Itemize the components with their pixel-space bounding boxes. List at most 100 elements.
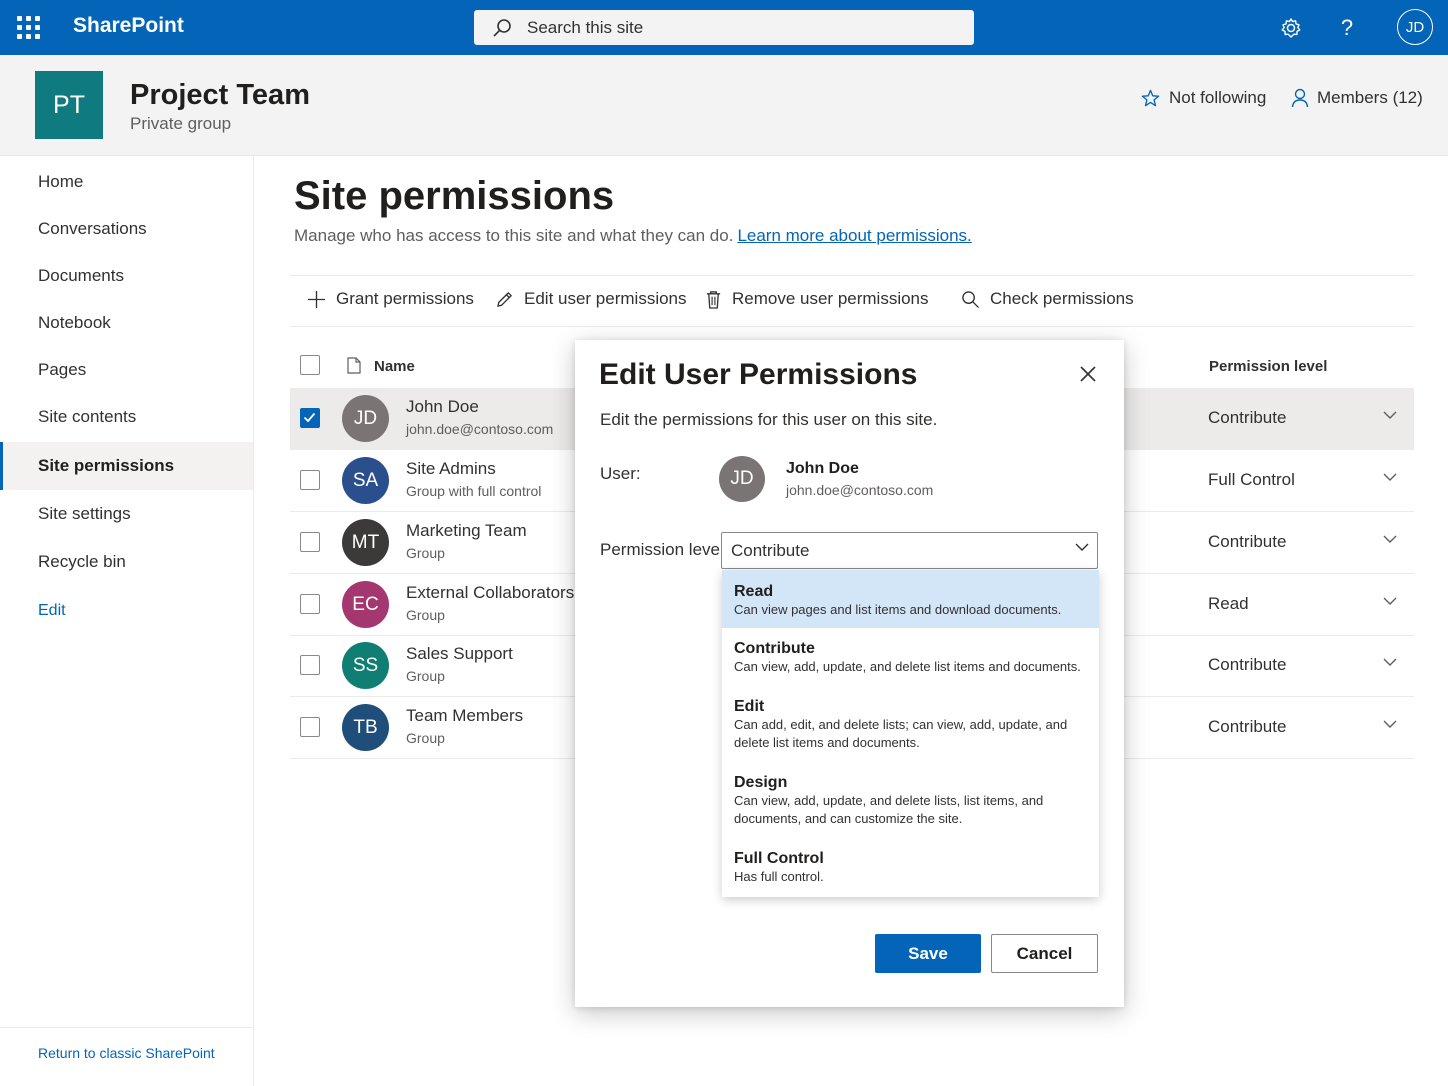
permission-level-options: Read Can view pages and list items and d…	[722, 570, 1099, 897]
row-checkbox[interactable]	[300, 532, 320, 552]
dialog-description: Edit the permissions for this user on th…	[600, 410, 938, 429]
remove-user-permissions-button[interactable]: Remove user permissions	[705, 289, 929, 309]
option-title: Full Control	[734, 850, 824, 867]
avatar: EC	[342, 581, 389, 628]
chevron-down-icon	[1075, 543, 1089, 551]
magnifier-icon	[962, 290, 980, 308]
avatar: TB	[342, 704, 389, 751]
site-logo[interactable]: PT	[35, 71, 103, 139]
waffle-icon[interactable]	[17, 16, 40, 39]
nav-item-conversations[interactable]: Conversations	[0, 205, 253, 253]
nav-item-recycle-bin[interactable]: Recycle bin	[0, 538, 253, 586]
remove-user-permissions-label: Remove user permissions	[732, 289, 929, 308]
user-email: john.doe@contoso.com	[786, 482, 934, 498]
learn-more-link[interactable]: Learn more about permissions.	[737, 226, 971, 245]
row-checkbox[interactable]	[300, 408, 320, 428]
chevron-down-icon[interactable]	[1383, 658, 1397, 667]
option-design[interactable]: Design Can view, add, update, and delete…	[722, 762, 1099, 838]
nav-item-home[interactable]: Home	[0, 158, 253, 206]
column-header-permission[interactable]: Permission level	[1209, 358, 1327, 375]
column-header-name[interactable]: Name	[374, 358, 415, 375]
option-title: Contribute	[734, 640, 815, 657]
option-contribute[interactable]: Contribute Can view, add, update, and de…	[722, 628, 1099, 686]
option-description: Can view, add, update, and delete list i…	[734, 659, 1081, 674]
row-name: John Doe	[406, 397, 479, 416]
edit-user-permissions-label: Edit user permissions	[524, 289, 687, 308]
option-title: Design	[734, 774, 788, 791]
help-icon[interactable]: ?	[1333, 14, 1361, 42]
nav-edit-link[interactable]: Edit	[38, 602, 66, 620]
check-permissions-label: Check permissions	[990, 289, 1134, 308]
row-checkbox[interactable]	[300, 717, 320, 737]
members-label: Members (12)	[1317, 88, 1423, 107]
avatar: SA	[342, 457, 389, 504]
cancel-button[interactable]: Cancel	[991, 934, 1098, 973]
edit-user-permissions-button[interactable]: Edit user permissions	[495, 289, 687, 309]
avatar: MT	[342, 519, 389, 566]
select-all-checkbox[interactable]	[300, 355, 320, 375]
app-brand[interactable]: SharePoint	[73, 14, 184, 38]
row-permission: Full Control	[1208, 470, 1295, 489]
person-icon	[1291, 88, 1309, 108]
avatar: SS	[342, 642, 389, 689]
chevron-down-icon[interactable]	[1383, 597, 1397, 606]
row-permission: Contribute	[1208, 717, 1287, 736]
trash-icon	[706, 290, 721, 309]
checkmark-icon	[303, 412, 316, 423]
return-to-classic-link[interactable]: Return to classic SharePoint	[38, 1045, 215, 1061]
file-type-icon	[347, 357, 361, 374]
save-button[interactable]: Save	[875, 934, 981, 973]
option-edit[interactable]: Edit Can add, edit, and delete lists; ca…	[722, 686, 1099, 762]
row-subtitle: Group	[406, 607, 445, 623]
option-description: Can view pages and list items and downlo…	[734, 602, 1062, 617]
nav-item-notebook[interactable]: Notebook	[0, 299, 253, 347]
row-checkbox[interactable]	[300, 594, 320, 614]
nav-item-site-permissions[interactable]: Site permissions	[0, 442, 253, 490]
row-permission: Read	[1208, 594, 1249, 613]
row-checkbox[interactable]	[300, 470, 320, 490]
me-avatar[interactable]: JD	[1397, 9, 1433, 45]
site-title[interactable]: Project Team	[130, 79, 310, 112]
nav-item-site-contents[interactable]: Site contents	[0, 393, 253, 441]
left-navigation: Home Conversations Documents Notebook Pa…	[0, 156, 254, 1086]
user-name: John Doe	[786, 460, 859, 477]
check-permissions-button[interactable]: Check permissions	[961, 289, 1134, 309]
search-input[interactable]	[527, 10, 957, 45]
follow-label: Not following	[1169, 88, 1267, 107]
nav-item-site-settings[interactable]: Site settings	[0, 490, 253, 538]
grant-permissions-button[interactable]: Grant permissions	[307, 289, 474, 309]
suite-bar: SharePoint ? JD	[0, 0, 1448, 55]
option-title: Edit	[734, 698, 765, 715]
edit-user-permissions-dialog: Edit User Permissions Edit the permissio…	[575, 340, 1124, 1007]
row-name: External Collaborators	[406, 583, 575, 602]
pencil-icon	[497, 291, 512, 307]
permission-level-dropdown[interactable]: Contribute	[721, 532, 1098, 569]
close-icon[interactable]	[1076, 362, 1100, 386]
option-full-control[interactable]: Full Control Has full control.	[722, 838, 1099, 896]
chevron-down-icon[interactable]	[1383, 535, 1397, 544]
row-permission: Contribute	[1208, 532, 1287, 551]
row-permission: Contribute	[1208, 655, 1287, 674]
option-read[interactable]: Read Can view pages and list items and d…	[722, 570, 1099, 628]
row-permission: Contribute	[1208, 408, 1287, 427]
row-name: Sales Support	[406, 644, 513, 663]
chevron-down-icon[interactable]	[1383, 473, 1397, 482]
page-description: Manage who has access to this site and w…	[294, 226, 972, 246]
page-description-text: Manage who has access to this site and w…	[294, 226, 734, 245]
permission-level-value: Contribute	[731, 541, 810, 560]
nav-item-documents[interactable]: Documents	[0, 252, 253, 300]
follow-button[interactable]: Not following	[1141, 88, 1266, 108]
row-subtitle: john.doe@contoso.com	[406, 421, 554, 437]
star-icon	[1141, 89, 1160, 106]
chevron-down-icon[interactable]	[1383, 411, 1397, 420]
chevron-down-icon[interactable]	[1383, 720, 1397, 729]
nav-footer-divider	[0, 1027, 253, 1028]
search-box[interactable]	[474, 10, 974, 45]
page-title: Site permissions	[294, 174, 615, 218]
gear-icon[interactable]	[1277, 14, 1305, 42]
members-button[interactable]: Members (12)	[1291, 88, 1423, 108]
nav-item-pages[interactable]: Pages	[0, 346, 253, 394]
row-subtitle: Group	[406, 545, 445, 561]
row-checkbox[interactable]	[300, 655, 320, 675]
command-bar: Grant permissions Edit user permissions …	[290, 275, 1414, 327]
